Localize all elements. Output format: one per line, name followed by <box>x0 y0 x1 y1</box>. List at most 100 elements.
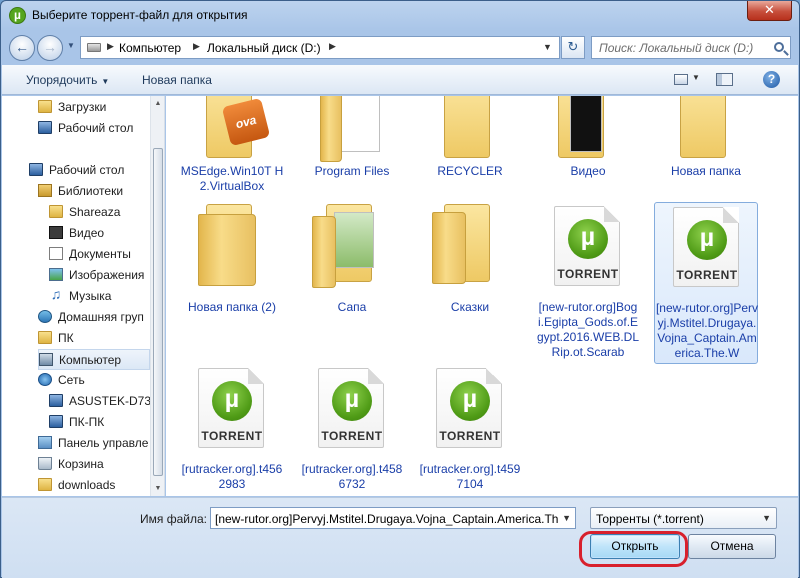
file-item-rutracker-4562983[interactable]: µ TORRENT [rutracker.org].t4562983 <box>180 364 284 494</box>
file-item-label: Program Files <box>314 164 390 178</box>
torrent-file-icon: µ TORRENT <box>318 368 384 448</box>
recycle-bin-icon <box>38 457 52 470</box>
sidebar-item-label: Библиотеки <box>58 184 124 198</box>
sidebar-scrollbar[interactable]: ▲ ▼ <box>150 96 164 496</box>
organize-button[interactable]: Упорядочить ▼ <box>26 73 109 87</box>
refresh-icon: ↻ <box>567 39 579 54</box>
file-item-rutracker-4597104[interactable]: µ TORRENT [rutracker.org].t4597104 <box>418 364 522 494</box>
sidebar-item-label: Музыка <box>69 289 112 303</box>
sidebar-item-music[interactable]: ♫ Музыка <box>49 286 164 307</box>
open-button[interactable]: Открыть <box>590 534 680 559</box>
torrent-word: TORRENT <box>201 429 263 443</box>
change-view-icon[interactable] <box>674 74 688 85</box>
close-button[interactable]: ✕ <box>747 1 792 21</box>
torrent-word: TORRENT <box>439 429 501 443</box>
desktop-icon <box>38 121 52 134</box>
chevron-right-icon[interactable]: ▶ <box>329 41 336 52</box>
sidebar-item-network[interactable]: Сеть <box>38 370 164 391</box>
folder-icon <box>444 96 490 158</box>
sidebar-item-control-panel[interactable]: Панель управле <box>38 433 164 454</box>
chevron-down-icon[interactable]: ▼ <box>562 513 571 523</box>
file-item-label: Новая папка (2) <box>188 300 276 314</box>
file-item-rutracker-4586732[interactable]: µ TORRENT [rutracker.org].t4586732 <box>300 364 404 494</box>
breadcrumb-computer[interactable]: Компьютер <box>119 41 181 55</box>
torrent-file-icon: µ TORRENT <box>554 206 620 286</box>
filename-input[interactable] <box>215 509 560 528</box>
file-item-program-files[interactable]: Program Files <box>300 96 404 200</box>
cancel-button[interactable]: Отмена <box>688 534 776 559</box>
dialog-footer: Имя файла: ▼ Торренты (*.torrent) ▼ Откр… <box>2 497 798 578</box>
file-item-sapa[interactable]: Сапа <box>300 202 404 362</box>
sidebar-item-downloads-folder[interactable]: downloads <box>38 475 164 496</box>
sidebar-item-pk[interactable]: ПК <box>38 328 164 349</box>
arrow-right-icon: → <box>43 39 57 55</box>
sidebar-item-shareaza[interactable]: Shareaza <box>49 202 164 223</box>
recent-pages-button[interactable]: ▼ <box>67 41 75 50</box>
file-item-label: [new-rutor.org]Bogi.Egipta_Gods.of.Egypt… <box>536 300 640 359</box>
help-icon[interactable]: ? <box>763 71 780 88</box>
preview-pane-icon[interactable] <box>716 73 733 86</box>
chevron-down-icon: ▼ <box>67 41 75 50</box>
sidebar-item-label: Корзина <box>58 457 104 471</box>
sidebar-item-video[interactable]: Видео <box>49 223 164 244</box>
sidebar-item-label: Shareaza <box>69 205 121 219</box>
file-item-new-folder[interactable]: Новая папка <box>654 96 758 200</box>
chevron-right-icon[interactable]: ▶ <box>193 41 200 52</box>
view-options-button[interactable]: ▼ <box>692 73 700 82</box>
sidebar-item-label: Рабочий стол <box>49 163 125 177</box>
folder-icon <box>432 212 466 284</box>
chevron-right-icon[interactable]: ▶ <box>107 41 114 52</box>
address-history-button[interactable]: ▼ <box>543 42 552 52</box>
torrent-file-icon: µ TORRENT <box>198 368 264 448</box>
file-item-msedge-virtualbox[interactable]: ova MSEdge.Win10T H2.VirtualBox <box>180 96 284 200</box>
sidebar-item-pictures[interactable]: Изображения <box>49 265 164 286</box>
downloads-folder-icon <box>38 100 52 113</box>
torrent-word: TORRENT <box>676 268 738 282</box>
control-panel-icon <box>38 436 52 449</box>
file-item-torrent-pervyj-mstitel[interactable]: µ TORRENT [new-rutor.org]Pervyj.Mstitel.… <box>654 202 758 364</box>
forward-button[interactable]: → <box>37 35 63 61</box>
utorrent-app-icon: µ <box>9 7 26 24</box>
new-folder-button[interactable]: Новая папка <box>142 73 212 87</box>
folder-icon <box>38 478 52 491</box>
breadcrumb-local-disk[interactable]: Локальный диск (D:) <box>207 41 321 55</box>
scrollbar-thumb[interactable] <box>153 148 163 476</box>
file-type-selected-value: Торренты (*.torrent) <box>596 512 704 526</box>
sidebar-item-recycle-bin[interactable]: Корзина <box>38 454 164 475</box>
sidebar-item-computer[interactable]: Компьютер <box>38 349 150 370</box>
filename-combobox[interactable]: ▼ <box>210 507 576 529</box>
sidebar-item-label: Загрузки <box>58 100 107 114</box>
back-button[interactable]: ← <box>9 35 35 61</box>
file-type-select[interactable]: Торренты (*.torrent) ▼ <box>590 507 777 529</box>
image-thumbnail-icon <box>334 212 374 268</box>
file-item-skazki[interactable]: Сказки <box>418 202 522 362</box>
sidebar-item-downloads[interactable]: Загрузки <box>38 97 164 118</box>
file-item-video[interactable]: Видео <box>536 96 640 200</box>
scroll-down-arrow-icon[interactable]: ▼ <box>151 481 164 496</box>
search-box[interactable] <box>591 36 791 59</box>
sidebar-item-documents[interactable]: Документы <box>49 244 164 265</box>
documents-library-icon <box>49 247 63 260</box>
chevron-down-icon: ▼ <box>101 77 110 86</box>
sidebar-item-desktop-root[interactable]: Рабочий стол <box>29 160 164 181</box>
scroll-up-arrow-icon[interactable]: ▲ <box>151 96 164 111</box>
title-bar: µ Выберите торрент-файл для открытия ✕ <box>1 1 799 31</box>
desktop-icon <box>29 163 43 176</box>
window-title: Выберите торрент-файл для открытия <box>32 8 248 22</box>
address-bar[interactable]: ▶ Компьютер ▶ Локальный диск (D:) ▶ ▼ <box>80 36 560 59</box>
file-item-label: MSEdge.Win10T H2.VirtualBox <box>180 164 284 193</box>
search-icon[interactable] <box>774 42 784 52</box>
command-toolbar: Упорядочить ▼ Новая папка ▼ ? <box>2 65 798 95</box>
sidebar-item-desktop[interactable]: Рабочий стол <box>38 118 164 139</box>
sidebar-item-libraries[interactable]: Библиотеки <box>38 181 164 202</box>
sidebar-item-asustek[interactable]: ASUSTEK-D73B <box>49 391 164 412</box>
sidebar-item-label: Сеть <box>58 373 85 387</box>
search-input[interactable] <box>597 38 769 58</box>
file-item-new-folder-2[interactable]: Новая папка (2) <box>180 202 284 362</box>
file-item-torrent-bogi-egipta[interactable]: µ TORRENT [new-rutor.org]Bogi.Egipta_God… <box>536 202 640 362</box>
file-item-recycler[interactable]: RECYCLER <box>418 96 522 200</box>
virtualbox-ova-icon: ova <box>221 97 271 147</box>
sidebar-item-homegroup[interactable]: Домашняя груп <box>38 307 164 328</box>
sidebar-item-pk-pk[interactable]: ПК-ПК <box>49 412 164 433</box>
refresh-button[interactable]: ↻ <box>561 36 585 59</box>
